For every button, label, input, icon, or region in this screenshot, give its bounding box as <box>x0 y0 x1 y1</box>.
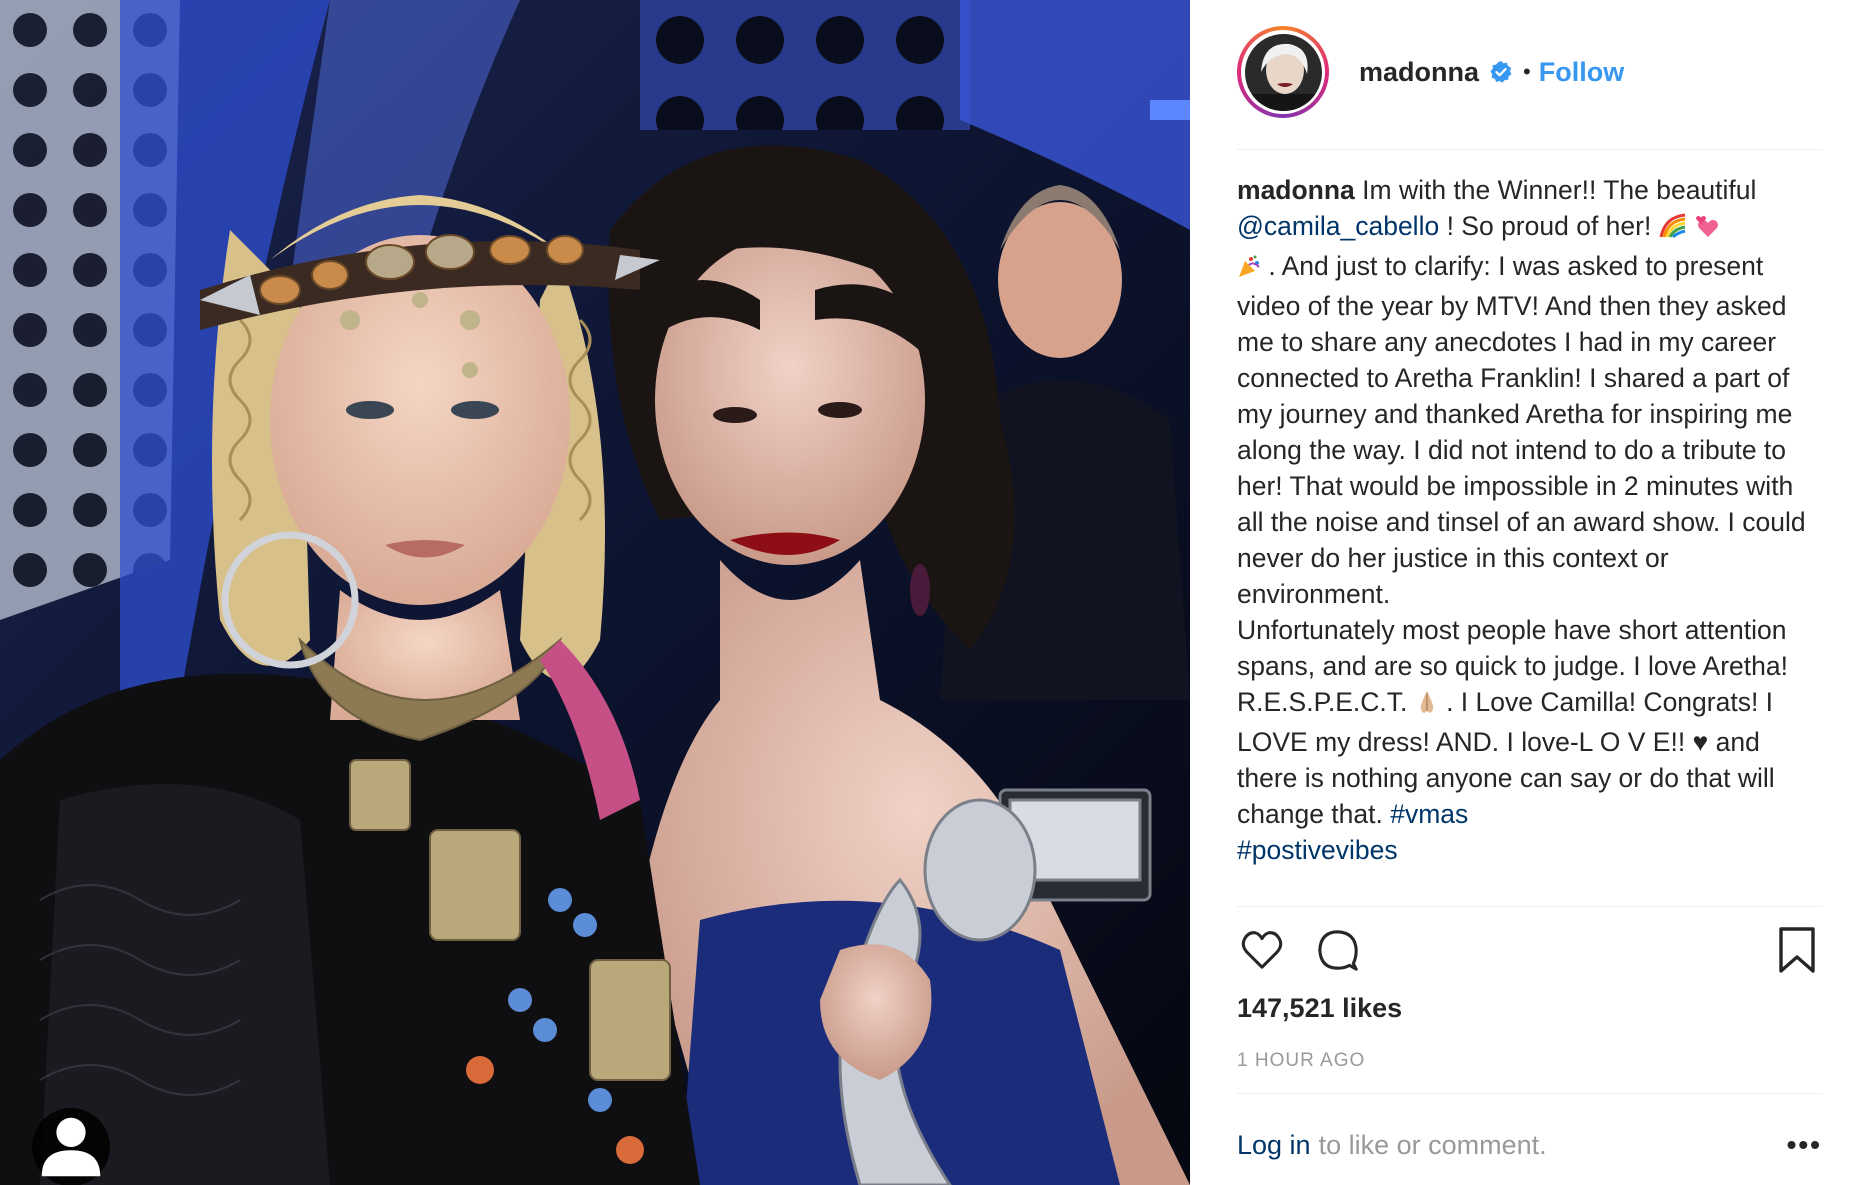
user-tag-icon <box>41 1117 101 1177</box>
caption-divider <box>1237 906 1822 907</box>
post-caption: madonna Im with the Winner!! The beautif… <box>1237 172 1827 868</box>
login-prompt-text: to like or comment. <box>1318 1129 1547 1160</box>
follow-button[interactable]: Follow <box>1539 57 1624 88</box>
bookmark-icon <box>1779 927 1815 973</box>
comment-button[interactable] <box>1313 925 1363 975</box>
mention-link[interactable]: @camila_cabello <box>1237 211 1439 241</box>
avatar-image <box>1244 33 1322 111</box>
user-tag-button[interactable] <box>32 1108 110 1185</box>
action-bar <box>1237 925 1822 975</box>
likes-count[interactable]: 147,521 likes <box>1237 993 1402 1024</box>
separator-dot: • <box>1523 59 1531 84</box>
folded-hands-emoji-icon <box>1415 688 1439 724</box>
save-button[interactable] <box>1772 925 1822 975</box>
post-timestamp[interactable]: 1 HOUR AGO <box>1237 1050 1365 1072</box>
rainbow-emoji-icon <box>1659 212 1687 248</box>
post-header: madonna • Follow <box>1237 20 1822 124</box>
post-photo[interactable] <box>0 0 1190 1185</box>
username[interactable]: madonna <box>1359 57 1479 88</box>
hashtag-link[interactable]: #vmas <box>1390 799 1468 829</box>
two-hearts-emoji-icon <box>1694 212 1720 248</box>
caption-text: . And just to clarify: I was asked to pr… <box>1237 251 1806 609</box>
avatar[interactable] <box>1237 26 1329 118</box>
header-divider <box>1237 149 1822 150</box>
footer-divider <box>1237 1093 1822 1094</box>
heart-icon <box>1241 931 1283 969</box>
like-button[interactable] <box>1237 925 1287 975</box>
caption-username[interactable]: madonna <box>1237 175 1355 205</box>
photo-illustration <box>0 0 1190 1185</box>
comment-icon <box>1318 930 1358 971</box>
party-popper-emoji-icon <box>1237 252 1261 288</box>
login-link[interactable]: Log in <box>1237 1130 1311 1161</box>
post-sidebar: madonna • Follow madonna Im with the Win… <box>1190 0 1860 1185</box>
login-prompt: Log in to like or comment. ••• <box>1237 1125 1822 1165</box>
hashtag-link[interactable]: #postivevibes <box>1237 835 1398 865</box>
verified-badge-icon <box>1489 60 1513 84</box>
caption-text: Im with the Winner!! The beautiful <box>1354 175 1757 205</box>
more-icon[interactable]: ••• <box>1787 1129 1822 1161</box>
caption-text: ! So proud of her! <box>1439 211 1659 241</box>
